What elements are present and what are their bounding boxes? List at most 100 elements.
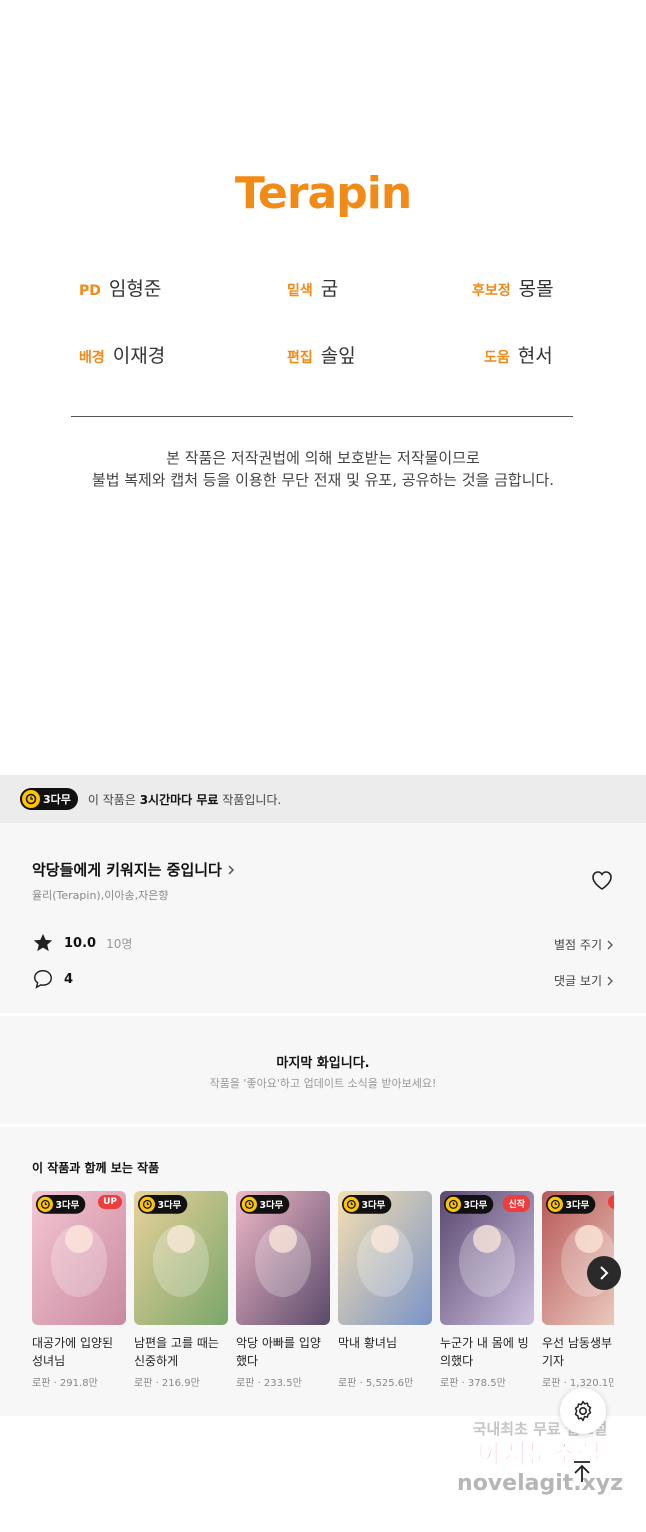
credit-name: 이재경 — [112, 345, 166, 367]
credit-name: 몽몰 — [518, 278, 554, 300]
recommendation-card[interactable]: 3다무 UP 대공가에 입양된 성녀님 로판 · 291.8만 — [32, 1191, 126, 1389]
wait-free-badge: 3다무 — [240, 1195, 290, 1214]
scroll-to-top-button[interactable] — [566, 1456, 598, 1488]
recommendation-cover: 3다무 — [338, 1191, 432, 1325]
site-watermark: 국내최초 무료 웹소설 아지툰소설 novelagit.xyz — [440, 1418, 640, 1497]
rate-button[interactable]: 별점 주기 — [554, 936, 614, 953]
clock-icon — [547, 1196, 563, 1212]
last-episode-notice: 마지막 화입니다. 작품을 '좋아요'하고 업데이트 소식을 받아보세요! — [0, 1016, 646, 1124]
wait-free-badge-label: 3다무 — [157, 1199, 182, 1211]
wait-free-badge-label: 3다무 — [259, 1199, 284, 1211]
credit-role: 도움 — [484, 350, 510, 366]
recommendations-section: 이 작품과 함께 보는 작품 3다무 UP 대공가에 입양된 성녀님 로판 · 291… — [0, 1127, 646, 1416]
wait-free-badge: 3다무 — [342, 1195, 392, 1214]
view-comments-button[interactable]: 댓글 보기 — [554, 972, 614, 989]
work-title-link[interactable]: 악당들에게 키워지는 중입니다 — [32, 859, 236, 880]
rating-value: 10.0 — [64, 935, 97, 951]
heart-icon[interactable] — [590, 869, 614, 891]
recommendation-cover: 3다무 — [236, 1191, 330, 1325]
free-text-bold: 3시간마다 무료 — [139, 792, 219, 807]
rating-row: 10.0 10명 — [32, 932, 132, 954]
rate-button-label: 별점 주기 — [554, 938, 602, 952]
work-title: 악당들에게 키워지는 중입니다 — [32, 861, 222, 879]
webtoon-credits-page: Terapin PD 임형준 밑색 굼 후보정 몽몰 배경 이재경 편집 솔잎 … — [0, 0, 646, 775]
credit-pd: PD 임형준 — [79, 274, 161, 301]
studio-logo: Terapin — [234, 168, 412, 219]
credit-name: 솔잎 — [320, 345, 356, 367]
wait-free-badge-label: 3다무 — [43, 793, 71, 806]
credits-divider — [71, 416, 573, 417]
clock-icon — [445, 1196, 461, 1212]
credit-background: 배경 이재경 — [79, 341, 165, 368]
comment-bubble-icon — [34, 970, 52, 989]
recommendation-cover: 3다무 UP — [32, 1191, 126, 1325]
wait-free-badge: 3다무 — [36, 1195, 86, 1214]
work-info-section: 악당들에게 키워지는 중입니다 율리(Terapin),이아송,자은향 10.0… — [0, 823, 646, 1013]
recommendation-title: 막내 황녀님 — [338, 1336, 398, 1350]
clock-icon — [139, 1196, 155, 1212]
recommendation-meta: 로판 · 291.8만 — [32, 1378, 98, 1389]
recommendation-cover: 3다무 신작 — [440, 1191, 534, 1325]
credit-name: 현서 — [517, 345, 553, 367]
copyright-notice: 본 작품은 저작권법에 의해 보호받는 저작물이므로 불법 복제와 캡처 등을 … — [0, 447, 646, 491]
last-episode-subtext: 작품을 '좋아요'하고 업데이트 소식을 받아보세요! — [209, 1077, 437, 1090]
credit-role: 편집 — [287, 350, 313, 366]
last-episode-heading: 마지막 화입니다. — [276, 1056, 370, 1071]
wait-free-badge: 3다무 — [138, 1195, 188, 1214]
wait-free-badge-label: 3다무 — [463, 1199, 488, 1211]
credit-editing: 편집 솔잎 — [287, 341, 356, 368]
free-text-pre: 이 작품은 — [87, 792, 140, 807]
watermark-line: 아지툰소설 — [477, 1440, 603, 1471]
watermark-line: novelagit.xyz — [457, 1471, 623, 1496]
settings-button[interactable] — [560, 1388, 606, 1434]
status-badge: UP — [98, 1195, 122, 1209]
gear-icon — [574, 1400, 592, 1422]
wait-free-badge-label: 3다무 — [565, 1199, 590, 1211]
credit-role: 밑색 — [287, 283, 313, 299]
watermark-line: 국내최초 무료 웹소설 — [472, 1420, 608, 1438]
credit-role: 배경 — [79, 350, 105, 366]
recommendation-card[interactable]: 3다무 신작 누군가 내 몸에 빙의했다 로판 · 378.5만 — [440, 1191, 534, 1389]
clock-icon — [22, 790, 40, 808]
recommendation-title: 악당 아빠를 입양했다 — [236, 1336, 321, 1368]
comment-row: 4 — [32, 968, 73, 990]
clock-icon — [343, 1196, 359, 1212]
recommendation-meta: 로판 · 378.5만 — [440, 1378, 506, 1389]
comment-count: 4 — [64, 971, 74, 987]
chevron-right-icon — [600, 1266, 609, 1280]
status-badge: 신작 — [503, 1195, 530, 1212]
recommendation-meta: 로판 · 233.5만 — [236, 1378, 302, 1389]
chevron-right-icon — [228, 864, 234, 875]
recommendation-meta: 로판 · 216.9만 — [134, 1378, 200, 1389]
carousel-next-button[interactable] — [587, 1256, 621, 1290]
recommendation-card[interactable]: 3다무악당 아빠를 입양했다로판 · 233.5만 — [236, 1191, 330, 1389]
free-every-3h-banner: 3다무 이 작품은 3시간마다 무료 작품입니다. — [0, 775, 646, 823]
recommendation-meta: 로판 · 5,525.6만 — [338, 1378, 414, 1389]
arrow-up-icon — [574, 1461, 590, 1482]
credit-name: 임형준 — [108, 278, 162, 300]
wait-free-badge: 3다무 — [444, 1195, 494, 1214]
credit-assistant: 도움 현서 — [484, 341, 553, 368]
chevron-right-icon — [607, 976, 613, 985]
copyright-notice-line: 불법 복제와 캡처 등을 이용한 무단 전재 및 유포, 공유하는 것을 금합니… — [91, 471, 555, 489]
free-text-post: 작품입니다. — [218, 792, 282, 807]
credit-role: 후보정 — [472, 283, 511, 299]
copyright-notice-line: 본 작품은 저작권법에 의해 보호받는 저작물이므로 — [166, 449, 480, 467]
recommendation-card[interactable]: 3다무막내 황녀님로판 · 5,525.6만 — [338, 1191, 432, 1389]
recommendation-card[interactable]: 3다무 남편을 고를 때는 신중하게 로판 · 216.9만 — [134, 1191, 228, 1389]
clock-icon — [37, 1196, 53, 1212]
recommendation-card[interactable]: 3다무UP우선 남동생부 숨기자로판 · 1,320.1만 — [542, 1191, 614, 1389]
recommendations-carousel: 3다무 UP 대공가에 입양된 성녀님 로판 · 291.8만 3다무 남편을 고를 때는… — [32, 1191, 614, 1416]
wait-free-badge-label: 3다무 — [55, 1199, 80, 1211]
recommendations-title: 이 작품과 함께 보는 작품 — [32, 1161, 160, 1175]
free-banner-text: 이 작품은 3시간마다 무료 작품입니다. — [88, 791, 281, 808]
recommendation-meta: 로판 · 1,320.1만 — [542, 1378, 614, 1389]
wait-free-badge: 3다무 — [546, 1195, 596, 1214]
work-authors: 율리(Terapin),이아송,자은향 — [32, 889, 169, 902]
credit-name: 굼 — [320, 278, 339, 300]
rating-count: 10명 — [106, 936, 133, 951]
credit-base-color: 밑색 굼 — [287, 274, 338, 301]
chevron-right-icon — [607, 940, 613, 949]
star-icon — [33, 933, 53, 952]
clock-icon — [241, 1196, 257, 1212]
